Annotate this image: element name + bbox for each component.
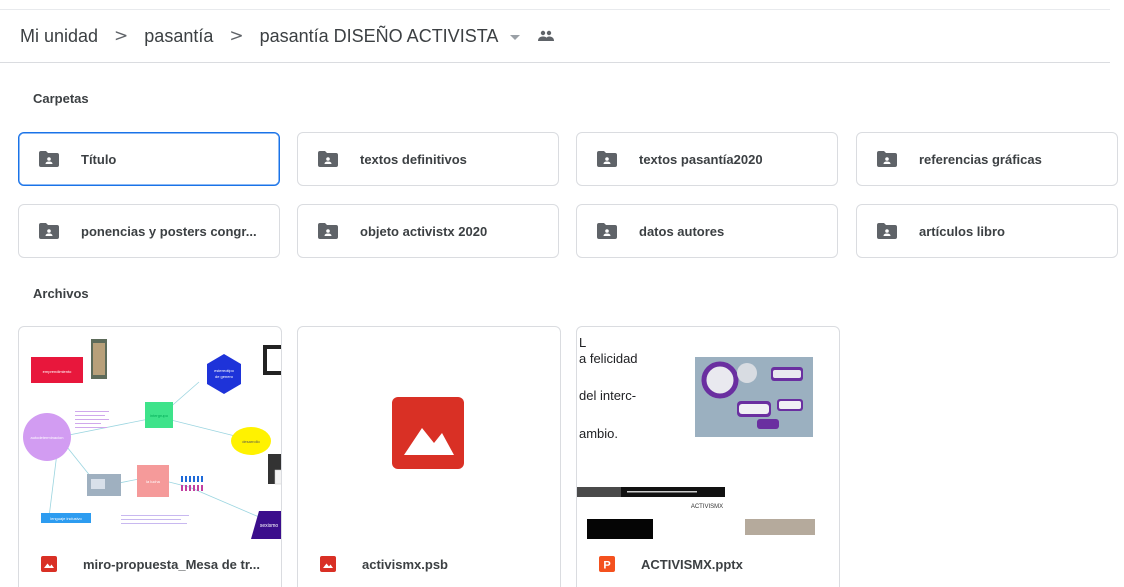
file-thumbnail: L a felicidad del interc- ambio. ACTIVIS… <box>577 327 839 539</box>
svg-text:emprendimiento: emprendimiento <box>43 369 72 374</box>
image-icon <box>41 556 57 572</box>
folder-name: artículos libro <box>919 223 1005 239</box>
shared-folder-icon <box>597 223 617 239</box>
file-thumbnail: emprendimiento estereotipo de genero int… <box>19 327 281 539</box>
svg-text:intergrupo: intergrupo <box>150 413 169 418</box>
folder-objeto-activistx[interactable]: objeto activistx 2020 <box>297 204 559 258</box>
file-name: ACTIVISMX.pptx <box>641 556 743 572</box>
file-name: miro-propuesta_Mesa de tr... <box>83 556 260 572</box>
chevron-right-icon: > <box>229 26 244 46</box>
svg-text:la lucha: la lucha <box>146 479 161 484</box>
caret-down-icon[interactable] <box>510 34 521 40</box>
file-card-activismx-pptx[interactable]: L a felicidad del interc- ambio. ACTIVIS… <box>576 326 840 587</box>
slides-icon: P <box>599 556 615 572</box>
folder-name: objeto activistx 2020 <box>360 223 488 239</box>
svg-text:autodeterminacion: autodeterminacion <box>31 435 64 440</box>
shared-folder-icon <box>597 151 617 167</box>
file-thumbnail <box>298 327 560 539</box>
svg-text:lenguaje inclusivo: lenguaje inclusivo <box>50 516 82 521</box>
breadcrumb-item-current[interactable]: pasantía DISEÑO ACTIVISTA <box>260 26 499 47</box>
svg-text:P: P <box>603 560 610 572</box>
image-icon <box>320 556 336 572</box>
folder-textos-pasantia2020[interactable]: textos pasantía2020 <box>576 132 838 186</box>
shared-folder-icon <box>39 223 59 239</box>
file-card-activismx-psb[interactable]: activismx.psb <box>297 326 561 587</box>
file-footer: activismx.psb <box>298 539 560 587</box>
svg-text:sexismo: sexismo <box>260 523 279 529</box>
folder-titulo[interactable]: Título <box>18 132 280 186</box>
shared-folder-icon <box>39 151 59 167</box>
breadcrumb-item-mi-unidad[interactable]: Mi unidad <box>20 26 98 47</box>
breadcrumb-bar: Mi unidad > pasantía > pasantía DISEÑO A… <box>0 9 1110 63</box>
folder-ponencias-posters[interactable]: ponencias y posters congr... <box>18 204 280 258</box>
folder-name: datos autores <box>639 223 725 239</box>
shared-folder-icon <box>877 151 897 167</box>
folder-name: referencias gráficas <box>919 151 1042 167</box>
slide-logo-text: ACTIVISMX <box>691 504 723 510</box>
image-placeholder-icon <box>392 397 464 469</box>
folder-name: ponencias y posters congr... <box>81 223 257 239</box>
folder-name: Título <box>81 151 117 167</box>
breadcrumb-item-pasantia[interactable]: pasantía <box>144 26 213 47</box>
file-footer: miro-propuesta_Mesa de tr... <box>19 539 281 587</box>
mindmap-preview-image: emprendimiento estereotipo de genero int… <box>23 339 281 539</box>
badges-photo-image: ACTIVISMX <box>577 357 815 539</box>
svg-text:desarrollo: desarrollo <box>242 439 260 444</box>
folder-referencias-graficas[interactable]: referencias gráficas <box>856 132 1118 186</box>
svg-text:estereotipo: estereotipo <box>214 368 235 373</box>
folder-textos-definitivos[interactable]: textos definitivos <box>297 132 559 186</box>
folder-name: textos definitivos <box>360 151 467 167</box>
files-section-label: Archivos <box>33 286 89 301</box>
file-card-miro[interactable]: emprendimiento estereotipo de genero int… <box>18 326 282 587</box>
chevron-right-icon: > <box>114 26 129 46</box>
svg-text:de genero: de genero <box>215 374 234 379</box>
folder-datos-autores[interactable]: datos autores <box>576 204 838 258</box>
folder-name: textos pasantía2020 <box>639 151 763 167</box>
file-name: activismx.psb <box>362 556 448 572</box>
file-footer: P ACTIVISMX.pptx <box>577 539 839 587</box>
folders-section-label: Carpetas <box>33 91 89 106</box>
shared-folder-icon <box>318 151 338 167</box>
folder-articulos-libro[interactable]: artículos libro <box>856 204 1118 258</box>
shared-folder-icon <box>318 223 338 239</box>
shared-folder-icon <box>877 223 897 239</box>
people-icon[interactable] <box>538 30 555 42</box>
